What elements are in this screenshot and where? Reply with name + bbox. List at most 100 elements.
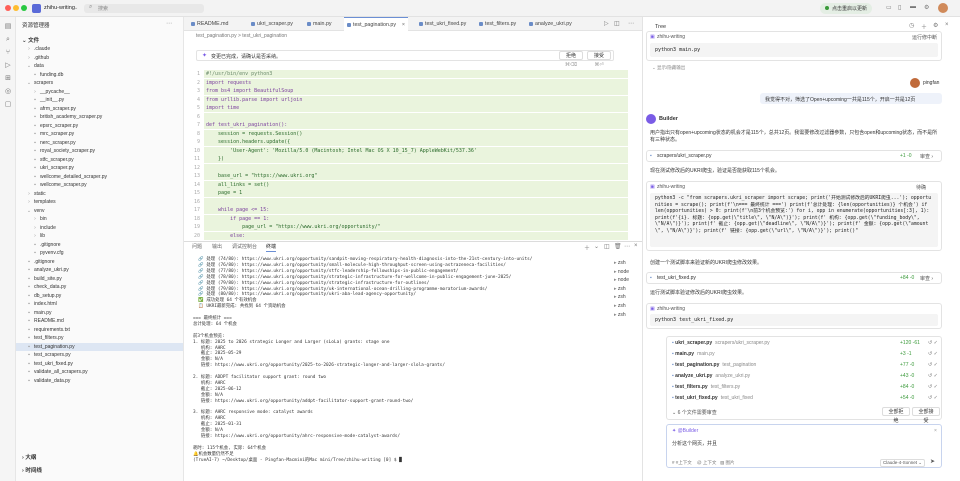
tab-main[interactable]: main.py: [304, 17, 340, 31]
chevron-down-icon[interactable]: ⌄: [74, 5, 78, 11]
file-tree-item[interactable]: › static: [16, 190, 183, 198]
file-tree-item[interactable]: ▪ build_site.py: [16, 275, 183, 283]
changed-file-row[interactable]: ▪ test_ukri_fixed.py test_ukri_fixed +54 -…: [672, 393, 944, 403]
close-icon[interactable]: ×: [934, 428, 937, 434]
layout-icon[interactable]: ▭: [886, 4, 892, 11]
file-tree-item[interactable]: ▪ index.html: [16, 300, 183, 308]
file-tree-item[interactable]: ▪ requirements.txt: [16, 326, 183, 334]
accept-all-button[interactable]: 全部接受: [912, 407, 940, 424]
file-tree-item[interactable]: ▪ __init__.py: [16, 96, 183, 104]
sidebar-icon[interactable]: ▯: [898, 4, 901, 11]
close-tab-icon[interactable]: ×: [402, 18, 405, 32]
reject-all-button[interactable]: 全部拒绝: [882, 407, 910, 424]
run-icon[interactable]: ▷: [604, 20, 609, 27]
pending-status[interactable]: 待确: [916, 184, 926, 191]
minimize-window-icon[interactable]: [13, 5, 19, 11]
code-line[interactable]: 4 from urllib.parse import urljoin: [186, 96, 302, 104]
split-terminal-icon[interactable]: ◫: [604, 243, 610, 250]
tab-test-ukri-fixed[interactable]: test_ukri_fixed.py: [416, 17, 474, 31]
tab-test-filters[interactable]: test_filters.py: [476, 17, 524, 31]
terminal-instance[interactable]: ▸ zsh: [614, 311, 647, 319]
close-panel-icon[interactable]: ×: [634, 243, 638, 249]
code-line[interactable]: 6: [186, 113, 206, 121]
settings-icon[interactable]: ⚙: [924, 4, 929, 11]
terminal-instance[interactable]: ▸ zsh: [614, 302, 647, 310]
file-tree-item[interactable]: ▪ ukri_scraper.py: [16, 164, 183, 172]
code-line[interactable]: 9 session.headers.update({: [186, 138, 290, 146]
file-tree-item[interactable]: ▪ stfc_scraper.py: [16, 156, 183, 164]
search-icon[interactable]: ⌕: [4, 36, 12, 44]
file-tree-item[interactable]: › include: [16, 224, 183, 232]
file-tree-item[interactable]: ▪ funding.db: [16, 71, 183, 79]
file-tree-item[interactable]: ▪ db_setup.py: [16, 292, 183, 300]
close-window-icon[interactable]: [5, 5, 11, 11]
changes-summary[interactable]: ⌄ 6 个文件需要审查: [672, 409, 717, 416]
changed-file-row[interactable]: ▪ test_pagination.py test_pagination +77 -…: [672, 360, 944, 370]
outline-section[interactable]: › 大纲: [22, 453, 36, 461]
code-line[interactable]: 1 #!/usr/bin/env python3: [186, 70, 272, 78]
avatar[interactable]: [938, 3, 948, 13]
terminal-instance[interactable]: ▸ zsh: [614, 285, 647, 293]
file-tree-item[interactable]: ▪ wellcome_detailed_scraper.py: [16, 173, 183, 181]
builder-mention[interactable]: ✦ @Builder: [672, 428, 698, 434]
tab-terminal[interactable]: 终端: [266, 242, 277, 252]
file-tree-item[interactable]: ▪ mrc_scraper.py: [16, 130, 183, 138]
code-line[interactable]: 10 'User-Agent': 'Mozilla/5.0 (Macintosh…: [186, 147, 477, 155]
file-tree-item[interactable]: › lib: [16, 232, 183, 240]
settings-icon[interactable]: ⚙: [933, 22, 938, 29]
source-control-icon[interactable]: ⑂: [4, 49, 12, 57]
file-tree-item[interactable]: ▪ epsrc_scraper.py: [16, 122, 183, 130]
extensions-icon[interactable]: ⊞: [4, 75, 12, 83]
undo-accept-icons[interactable]: ↺ ✓: [928, 393, 938, 403]
chevron-down-icon[interactable]: ⌄: [594, 243, 599, 250]
file-tree-item[interactable]: ▪ validate_all_scrapers.py: [16, 368, 183, 376]
model-selector[interactable]: Claude-4-Sonnet ⌄: [880, 459, 926, 467]
file-tree-item[interactable]: ▪ nerc_scraper.py: [16, 139, 183, 147]
more-icon[interactable]: ⋯: [166, 20, 172, 27]
file-tree-item[interactable]: ▪ wellcome_scraper.py: [16, 181, 183, 189]
code-line[interactable]: 8 session = requests.Session(): [186, 130, 302, 138]
undo-accept-icons[interactable]: ↺ ✓: [928, 338, 938, 348]
remote-icon[interactable]: ◎: [4, 88, 12, 96]
tab-test-pagination[interactable]: test_pagination.py ×: [344, 17, 408, 31]
code-line[interactable]: 15 page = 1: [186, 189, 242, 197]
input-text[interactable]: 分析这个网页，并且: [672, 440, 717, 447]
history-icon[interactable]: ◷: [909, 22, 914, 29]
file-tree-item[interactable]: ⌄ data: [16, 62, 183, 70]
send-icon[interactable]: ➤: [930, 458, 935, 465]
files-icon[interactable]: ▤: [4, 23, 12, 31]
code-line[interactable]: 19 page_url = "https://www.ukri.org/oppo…: [186, 223, 381, 231]
terminal-instance[interactable]: ▸ zsh: [614, 259, 647, 267]
panel-icon[interactable]: ▬: [910, 4, 916, 10]
file-tree-item[interactable]: ▪ test_filters.py: [16, 334, 183, 342]
code-line[interactable]: 2 import requests: [186, 79, 251, 87]
tab-debug-console[interactable]: 调试控制台: [232, 242, 257, 252]
changed-file-row[interactable]: ▪ analyze_ukri.py analyze_ukri.py +43 -0 ↺ …: [672, 371, 944, 381]
code-line[interactable]: 3 from bs4 import BeautifulSoup: [186, 87, 293, 95]
file-tree-item[interactable]: ▪ pyvenv.cfg: [16, 249, 183, 257]
terminal-instance[interactable]: ▸ node: [614, 276, 647, 284]
file-tree-item[interactable]: ▪ README.md: [16, 317, 183, 325]
file-tree-item[interactable]: ▪ .gitignore: [16, 258, 183, 266]
context-button-2[interactable]: @ 上下文: [697, 460, 716, 466]
files-section-header[interactable]: ⌄ 文件: [22, 36, 39, 44]
code-line[interactable]: 12: [186, 164, 206, 172]
file-tree-item[interactable]: ▪ main.py: [16, 309, 183, 317]
chat-icon[interactable]: ▢: [4, 101, 12, 109]
timeline-section[interactable]: › 时间线: [22, 466, 42, 474]
file-tree-item[interactable]: ▪ royal_society_scraper.py: [16, 147, 183, 155]
file-tree-item[interactable]: ▪ check_data.py: [16, 283, 183, 291]
more-icon[interactable]: ⋯: [624, 243, 630, 250]
code-line[interactable]: 5 import time: [186, 104, 239, 112]
code-line[interactable]: 17 while page <= 15:: [186, 206, 269, 214]
run-debug-icon[interactable]: ▷: [4, 62, 12, 70]
undo-accept-icons[interactable]: ↺ ✓: [928, 382, 938, 392]
file-tree-item[interactable]: ▪ analyze_ukri.py: [16, 266, 183, 274]
code-line[interactable]: 7 def test_ukri_pagination():: [186, 121, 287, 129]
close-chat-icon[interactable]: ×: [945, 22, 949, 28]
file-tree-item[interactable]: › .github: [16, 54, 183, 62]
review-button[interactable]: 审查 ›: [920, 153, 933, 160]
undo-accept-icons[interactable]: ↺ ✓: [928, 360, 938, 370]
file-tree-item[interactable]: › bin: [16, 215, 183, 223]
file-tree-item[interactable]: ▪ test_scrapers.py: [16, 351, 183, 359]
